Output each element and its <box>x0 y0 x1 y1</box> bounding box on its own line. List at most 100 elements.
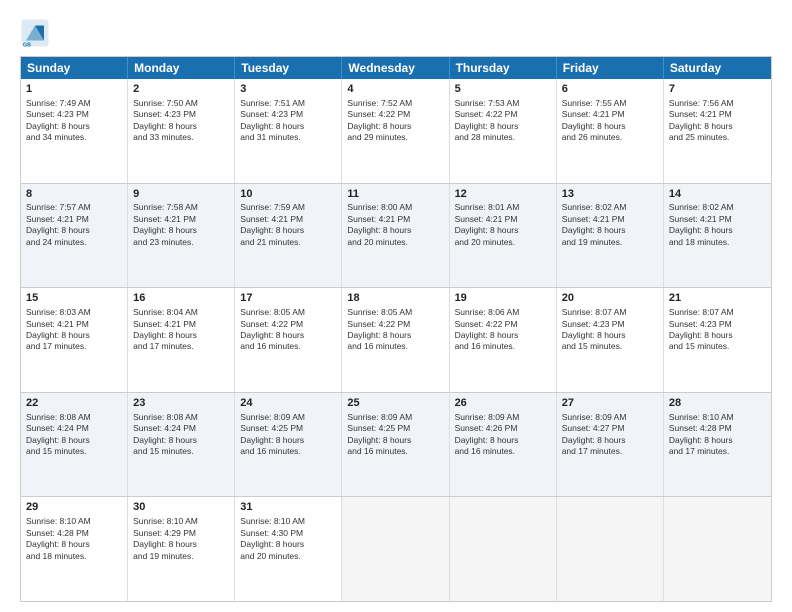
daylight-line: and 15 minutes. <box>26 446 122 457</box>
daylight-line: and 17 minutes. <box>669 446 766 457</box>
calendar-cell: 10Sunrise: 7:59 AMSunset: 4:21 PMDayligh… <box>235 184 342 288</box>
calendar-header: SundayMondayTuesdayWednesdayThursdayFrid… <box>21 57 771 79</box>
day-number: 23 <box>133 396 229 411</box>
day-number: 5 <box>455 82 551 97</box>
daylight-line: Daylight: 8 hours <box>240 539 336 550</box>
day-number: 31 <box>240 500 336 515</box>
sunset-line: Sunset: 4:21 PM <box>455 214 551 225</box>
calendar-body: 1Sunrise: 7:49 AMSunset: 4:23 PMDaylight… <box>21 79 771 601</box>
daylight-line: and 16 minutes. <box>347 341 443 352</box>
sunrise-line: Sunrise: 7:59 AM <box>240 202 336 213</box>
sunset-line: Sunset: 4:21 PM <box>669 109 766 120</box>
calendar-cell: 2Sunrise: 7:50 AMSunset: 4:23 PMDaylight… <box>128 79 235 183</box>
daylight-line: Daylight: 8 hours <box>26 435 122 446</box>
daylight-line: and 25 minutes. <box>669 132 766 143</box>
sunset-line: Sunset: 4:24 PM <box>133 423 229 434</box>
sunrise-line: Sunrise: 8:03 AM <box>26 307 122 318</box>
daylight-line: and 16 minutes. <box>347 446 443 457</box>
sunrise-line: Sunrise: 8:07 AM <box>669 307 766 318</box>
calendar-cell: 23Sunrise: 8:08 AMSunset: 4:24 PMDayligh… <box>128 393 235 497</box>
day-number: 16 <box>133 291 229 306</box>
day-number: 9 <box>133 187 229 202</box>
sunrise-line: Sunrise: 8:06 AM <box>455 307 551 318</box>
calendar-cell: 24Sunrise: 8:09 AMSunset: 4:25 PMDayligh… <box>235 393 342 497</box>
calendar-cell: 29Sunrise: 8:10 AMSunset: 4:28 PMDayligh… <box>21 497 128 601</box>
calendar-cell <box>342 497 449 601</box>
daylight-line: and 34 minutes. <box>26 132 122 143</box>
daylight-line: and 15 minutes. <box>133 446 229 457</box>
weekday-header-saturday: Saturday <box>664 57 771 79</box>
sunset-line: Sunset: 4:26 PM <box>455 423 551 434</box>
sunset-line: Sunset: 4:29 PM <box>133 528 229 539</box>
daylight-line: Daylight: 8 hours <box>26 539 122 550</box>
daylight-line: Daylight: 8 hours <box>240 435 336 446</box>
calendar-cell: 26Sunrise: 8:09 AMSunset: 4:26 PMDayligh… <box>450 393 557 497</box>
calendar-cell: 4Sunrise: 7:52 AMSunset: 4:22 PMDaylight… <box>342 79 449 183</box>
sunset-line: Sunset: 4:21 PM <box>26 214 122 225</box>
sunrise-line: Sunrise: 8:04 AM <box>133 307 229 318</box>
daylight-line: and 15 minutes. <box>562 341 658 352</box>
calendar-cell: 30Sunrise: 8:10 AMSunset: 4:29 PMDayligh… <box>128 497 235 601</box>
daylight-line: and 21 minutes. <box>240 237 336 248</box>
daylight-line: and 17 minutes. <box>133 341 229 352</box>
daylight-line: Daylight: 8 hours <box>455 330 551 341</box>
daylight-line: Daylight: 8 hours <box>240 330 336 341</box>
day-number: 1 <box>26 82 122 97</box>
logo-icon: GB <box>20 18 50 48</box>
daylight-line: Daylight: 8 hours <box>455 225 551 236</box>
sunset-line: Sunset: 4:25 PM <box>347 423 443 434</box>
daylight-line: Daylight: 8 hours <box>562 121 658 132</box>
sunrise-line: Sunrise: 8:00 AM <box>347 202 443 213</box>
sunset-line: Sunset: 4:25 PM <box>240 423 336 434</box>
sunset-line: Sunset: 4:22 PM <box>347 319 443 330</box>
sunset-line: Sunset: 4:23 PM <box>562 319 658 330</box>
calendar-cell: 3Sunrise: 7:51 AMSunset: 4:23 PMDaylight… <box>235 79 342 183</box>
daylight-line: Daylight: 8 hours <box>669 330 766 341</box>
daylight-line: Daylight: 8 hours <box>455 121 551 132</box>
calendar: SundayMondayTuesdayWednesdayThursdayFrid… <box>20 56 772 602</box>
day-number: 17 <box>240 291 336 306</box>
daylight-line: and 17 minutes. <box>26 341 122 352</box>
day-number: 14 <box>669 187 766 202</box>
sunrise-line: Sunrise: 7:58 AM <box>133 202 229 213</box>
sunset-line: Sunset: 4:23 PM <box>133 109 229 120</box>
calendar-cell: 15Sunrise: 8:03 AMSunset: 4:21 PMDayligh… <box>21 288 128 392</box>
calendar-cell: 14Sunrise: 8:02 AMSunset: 4:21 PMDayligh… <box>664 184 771 288</box>
sunrise-line: Sunrise: 8:10 AM <box>133 516 229 527</box>
sunrise-line: Sunrise: 7:55 AM <box>562 98 658 109</box>
calendar-cell: 16Sunrise: 8:04 AMSunset: 4:21 PMDayligh… <box>128 288 235 392</box>
weekday-header-tuesday: Tuesday <box>235 57 342 79</box>
calendar-cell: 20Sunrise: 8:07 AMSunset: 4:23 PMDayligh… <box>557 288 664 392</box>
daylight-line: and 18 minutes. <box>669 237 766 248</box>
sunrise-line: Sunrise: 8:09 AM <box>562 412 658 423</box>
sunrise-line: Sunrise: 8:10 AM <box>240 516 336 527</box>
sunset-line: Sunset: 4:28 PM <box>26 528 122 539</box>
daylight-line: and 19 minutes. <box>133 551 229 562</box>
calendar-cell: 9Sunrise: 7:58 AMSunset: 4:21 PMDaylight… <box>128 184 235 288</box>
weekday-header-monday: Monday <box>128 57 235 79</box>
weekday-header-friday: Friday <box>557 57 664 79</box>
daylight-line: Daylight: 8 hours <box>669 121 766 132</box>
sunrise-line: Sunrise: 7:51 AM <box>240 98 336 109</box>
calendar-cell: 12Sunrise: 8:01 AMSunset: 4:21 PMDayligh… <box>450 184 557 288</box>
sunrise-line: Sunrise: 7:50 AM <box>133 98 229 109</box>
day-number: 8 <box>26 187 122 202</box>
daylight-line: and 20 minutes. <box>240 551 336 562</box>
calendar-row-3: 15Sunrise: 8:03 AMSunset: 4:21 PMDayligh… <box>21 287 771 392</box>
day-number: 26 <box>455 396 551 411</box>
day-number: 22 <box>26 396 122 411</box>
sunrise-line: Sunrise: 8:09 AM <box>455 412 551 423</box>
calendar-cell: 27Sunrise: 8:09 AMSunset: 4:27 PMDayligh… <box>557 393 664 497</box>
calendar-cell: 6Sunrise: 7:55 AMSunset: 4:21 PMDaylight… <box>557 79 664 183</box>
sunset-line: Sunset: 4:21 PM <box>133 214 229 225</box>
calendar-cell: 25Sunrise: 8:09 AMSunset: 4:25 PMDayligh… <box>342 393 449 497</box>
daylight-line: and 19 minutes. <box>562 237 658 248</box>
sunrise-line: Sunrise: 8:05 AM <box>347 307 443 318</box>
calendar-row-5: 29Sunrise: 8:10 AMSunset: 4:28 PMDayligh… <box>21 496 771 601</box>
day-number: 19 <box>455 291 551 306</box>
sunrise-line: Sunrise: 8:08 AM <box>133 412 229 423</box>
daylight-line: and 20 minutes. <box>347 237 443 248</box>
sunset-line: Sunset: 4:30 PM <box>240 528 336 539</box>
daylight-line: Daylight: 8 hours <box>669 435 766 446</box>
daylight-line: Daylight: 8 hours <box>133 539 229 550</box>
